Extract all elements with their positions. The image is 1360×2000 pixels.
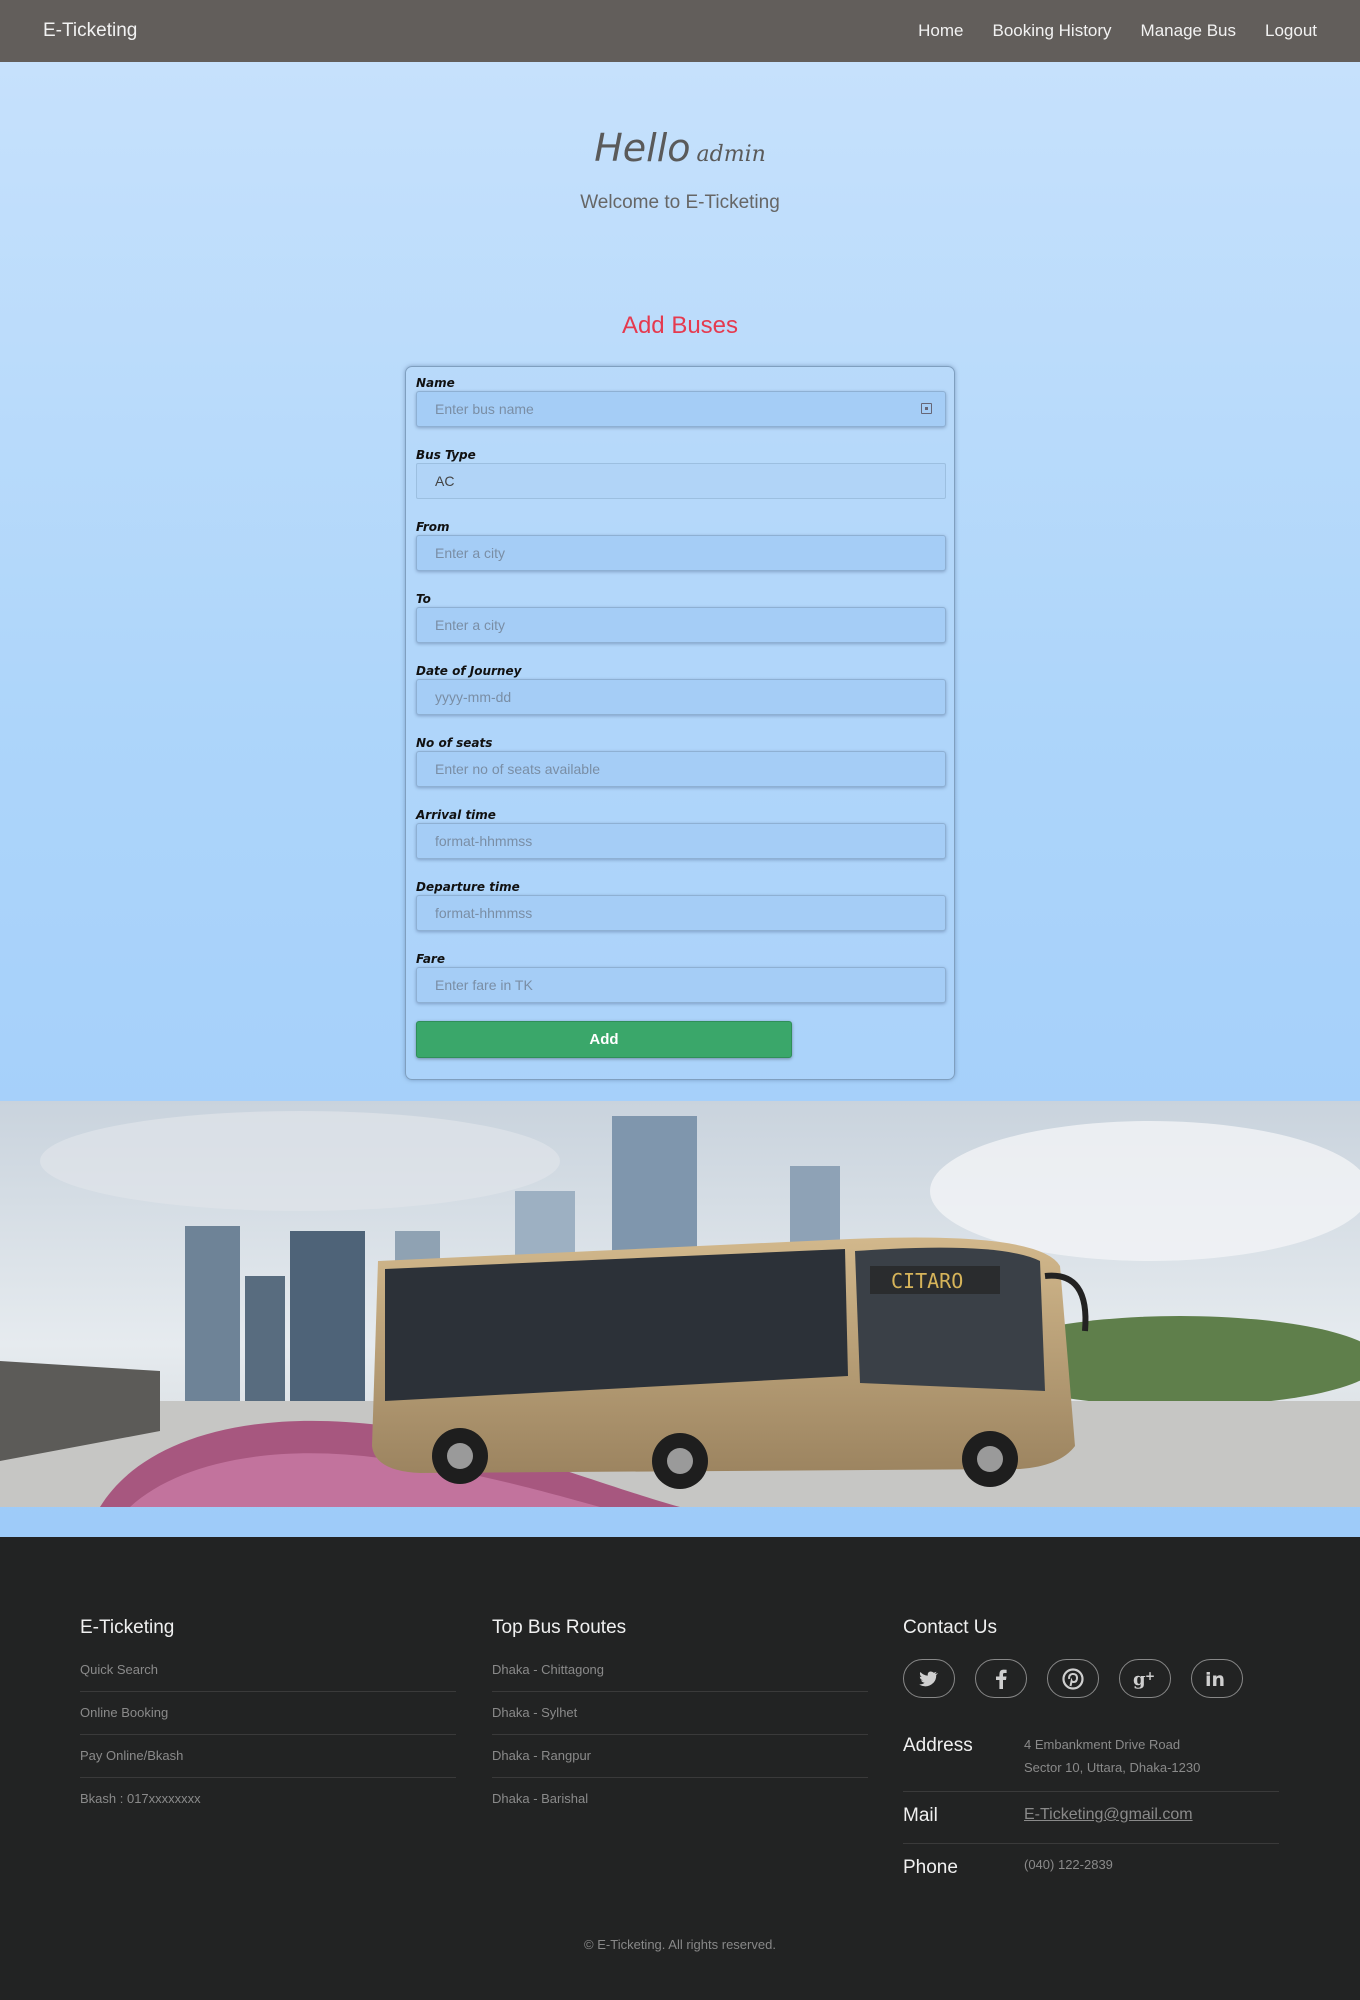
departure-time-input[interactable]	[416, 895, 946, 931]
footer-link-quick-search[interactable]: Quick Search	[80, 1649, 456, 1692]
svg-text:+: +	[1145, 1669, 1155, 1683]
field-arrival: Arrival time	[416, 807, 946, 859]
to-label: To	[416, 592, 431, 606]
copyright-text: © E-Ticketing. All rights reserved.	[584, 1937, 776, 1952]
from-city-input[interactable]	[416, 535, 946, 571]
nav-links: Home Booking History Manage Bus Logout	[918, 21, 1317, 41]
add-bus-form: Name Bus Type AC From To Date of Journey…	[405, 366, 955, 1080]
route-dhaka-barishal[interactable]: Dhaka - Barishal	[492, 1778, 868, 1821]
footer-list-routes: Dhaka - Chittagong Dhaka - Sylhet Dhaka …	[492, 1649, 868, 1821]
footer-link-pay-online[interactable]: Pay Online/Bkash	[80, 1735, 456, 1778]
bus-type-label: Bus Type	[416, 448, 476, 462]
pinterest-icon[interactable]	[1047, 1659, 1099, 1698]
add-buses-title: Add Buses	[621, 312, 739, 339]
welcome-text: Welcome to E-Ticketing	[580, 192, 780, 213]
footer-title-eticketing: E-Ticketing	[80, 1617, 175, 1638]
footer-title-contact: Contact Us	[903, 1617, 997, 1638]
footer-title-routes: Top Bus Routes	[492, 1617, 627, 1638]
contact-mail-row: Mail E-Ticketing@gmail.com	[903, 1792, 1279, 1844]
date-label: Date of Journey	[416, 664, 522, 678]
field-seats: No of seats	[416, 735, 946, 787]
nav-logout[interactable]: Logout	[1265, 21, 1317, 41]
phone-label: Phone	[903, 1857, 958, 1878]
hello-heading: Hello admin	[0, 126, 1360, 170]
footer-col-routes: Top Bus Routes Dhaka - Chittagong Dhaka …	[492, 1617, 868, 1821]
from-label: From	[416, 520, 450, 534]
bus-banner-image: CITARO	[0, 1101, 1360, 1507]
footer-col-eticketing: E-Ticketing Quick Search Online Booking …	[80, 1617, 456, 1821]
arrival-label: Arrival time	[416, 808, 496, 822]
brand-logo[interactable]: E-Ticketing	[43, 20, 137, 42]
twitter-icon[interactable]	[903, 1659, 955, 1698]
bus-city-illustration: CITARO	[0, 1101, 1360, 1507]
google-plus-icon[interactable]: g +	[1119, 1659, 1171, 1698]
fare-input[interactable]	[416, 967, 946, 1003]
field-fare: Fare	[416, 951, 946, 1003]
top-navbar: E-Ticketing Home Booking History Manage …	[0, 0, 1360, 62]
phone-value: (040) 122-2839	[1024, 1857, 1113, 1872]
contact-phone-row: Phone (040) 122-2839	[903, 1844, 1279, 1896]
field-name: Name	[416, 375, 946, 427]
footer-link-online-booking[interactable]: Online Booking	[80, 1692, 456, 1735]
bus-destination-sign: CITARO	[891, 1269, 963, 1293]
route-dhaka-rangpur[interactable]: Dhaka - Rangpur	[492, 1735, 868, 1778]
nav-home[interactable]: Home	[918, 21, 963, 41]
field-bus-type: Bus Type AC	[416, 447, 946, 499]
mail-label: Mail	[903, 1805, 938, 1826]
nav-booking-history[interactable]: Booking History	[992, 21, 1111, 41]
contact-address-row: Address 4 Embankment Drive Road Sector 1…	[903, 1727, 1279, 1792]
nav-manage-bus[interactable]: Manage Bus	[1141, 21, 1236, 41]
route-dhaka-sylhet[interactable]: Dhaka - Sylhet	[492, 1692, 868, 1735]
departure-label: Departure time	[416, 880, 520, 894]
date-of-journey-input[interactable]	[416, 679, 946, 715]
address-label: Address	[903, 1735, 973, 1756]
add-button[interactable]: Add	[416, 1021, 792, 1058]
bus-type-select[interactable]: AC	[416, 463, 946, 499]
footer-list-eticketing: Quick Search Online Booking Pay Online/B…	[80, 1649, 456, 1821]
hello-username: admin	[696, 142, 766, 167]
seats-input[interactable]	[416, 751, 946, 787]
arrival-time-input[interactable]	[416, 823, 946, 859]
mail-value-wrap: E-Ticketing@gmail.com	[1024, 1803, 1193, 1826]
page-footer: E-Ticketing Quick Search Online Booking …	[0, 1537, 1360, 2000]
linkedin-icon[interactable]: in	[1191, 1659, 1243, 1698]
footer-col-contact: Contact Us g + in Address 4 Embankment Dr…	[903, 1617, 1279, 1897]
address-value: 4 Embankment Drive Road Sector 10, Uttar…	[1024, 1733, 1200, 1779]
field-departure: Departure time	[416, 879, 946, 931]
field-to: To	[416, 591, 946, 643]
address-line-2: Sector 10, Uttara, Dhaka-1230	[1024, 1760, 1201, 1775]
svg-text:in: in	[1205, 1670, 1225, 1688]
contact-card-icon	[921, 403, 932, 414]
hello-word: Hello	[594, 126, 691, 170]
bus-name-input[interactable]	[416, 391, 946, 427]
facebook-icon[interactable]	[975, 1659, 1027, 1698]
route-dhaka-chittagong[interactable]: Dhaka - Chittagong	[492, 1649, 868, 1692]
to-city-input[interactable]	[416, 607, 946, 643]
field-from: From	[416, 519, 946, 571]
field-date: Date of Journey	[416, 663, 946, 715]
mail-link[interactable]: E-Ticketing@gmail.com	[1024, 1806, 1193, 1823]
social-links: g + in	[903, 1659, 1279, 1698]
address-line-1: 4 Embankment Drive Road	[1024, 1737, 1181, 1752]
footer-bkash-number: Bkash : 017xxxxxxxx	[80, 1791, 201, 1806]
seats-label: No of seats	[416, 736, 493, 750]
fare-label: Fare	[416, 952, 445, 966]
name-label: Name	[416, 376, 455, 390]
